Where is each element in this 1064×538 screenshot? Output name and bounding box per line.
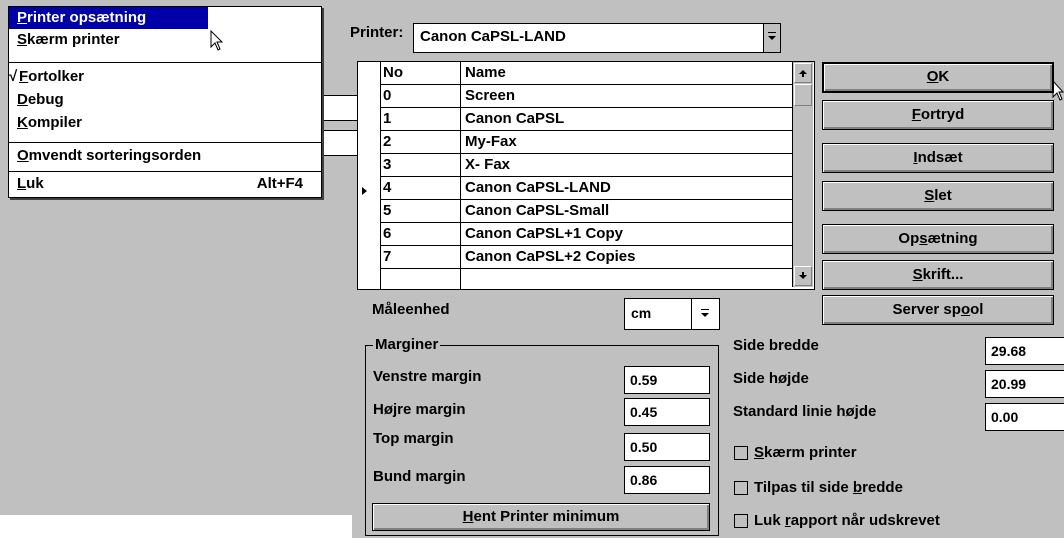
cancel-button[interactable]: Fortryd xyxy=(822,100,1054,130)
right-margin-value: 0.45 xyxy=(630,404,658,420)
line-height-value: 0.00 xyxy=(991,409,1019,425)
menu-item-printer-setup[interactable]: Printer opsætning xyxy=(9,7,208,29)
screen-printer-checkbox-label[interactable]: Skærm printer xyxy=(754,444,857,461)
page-height-value: 20.99 xyxy=(991,376,1027,392)
right-margin-label: Højre margin xyxy=(373,401,466,418)
chevron-down-icon xyxy=(701,309,709,317)
table-row[interactable]: 5 Canon CaPSL-Small xyxy=(358,200,792,222)
fit-width-checkbox[interactable] xyxy=(734,481,748,495)
scroll-down-button[interactable] xyxy=(794,266,812,286)
cell-name: Canon CaPSL-LAND xyxy=(465,179,611,196)
chevron-down-icon xyxy=(768,32,776,40)
menu-item-reverse-sort[interactable]: Omvendt sorteringsorden xyxy=(9,145,321,167)
table-row[interactable]: 4 Canon CaPSL-LAND xyxy=(358,177,792,199)
menu-separator xyxy=(9,142,321,143)
mouse-cursor-icon xyxy=(210,30,224,51)
table-row[interactable]: 6 Canon CaPSL+1 Copy xyxy=(358,223,792,245)
table-row[interactable] xyxy=(358,269,792,291)
line-height-field[interactable]: 0.00 xyxy=(985,403,1064,431)
page-width-field[interactable]: 29.68 xyxy=(985,337,1064,365)
left-margin-value: 0.59 xyxy=(630,372,658,388)
cell-no: 2 xyxy=(383,133,392,150)
arrow-up-icon xyxy=(799,70,807,77)
get-printer-minimum-button[interactable]: Hent Printer minimum xyxy=(372,503,710,531)
unit-selected-value: cm xyxy=(631,305,652,321)
cell-name: Canon CaPSL-Small xyxy=(465,202,610,219)
cell-name: Canon CaPSL+2 Copies xyxy=(465,248,636,265)
background-white-area xyxy=(0,515,352,538)
cell-no: 6 xyxy=(383,225,392,242)
close-report-checkbox-label[interactable]: Luk rapport når udskrevet xyxy=(754,512,940,529)
table-row[interactable]: 2 My-Fax xyxy=(358,131,792,153)
font-button[interactable]: Skrift... xyxy=(822,260,1054,290)
left-margin-field[interactable]: 0.59 xyxy=(624,366,710,394)
bottom-margin-field[interactable]: 0.86 xyxy=(624,466,710,494)
printer-grid[interactable]: No Name 0 Screen 1 Canon CaPSL 2 My-Fax 3 X- Fa… xyxy=(357,61,815,290)
delete-button[interactable]: Slet xyxy=(822,181,1054,211)
top-margin-field[interactable]: 0.50 xyxy=(624,433,710,461)
fit-width-checkbox-label[interactable]: Tilpas til side bredde xyxy=(754,479,903,496)
cell-name: Screen xyxy=(465,87,516,104)
cell-name: Canon CaPSL+1 Copy xyxy=(465,225,623,242)
table-row[interactable]: 7 Canon CaPSL+2 Copies xyxy=(358,246,792,268)
column-header-name: Name xyxy=(465,64,506,81)
setup-button[interactable]: Opsætning xyxy=(822,224,1054,254)
menu-item-debug[interactable]: Debug xyxy=(9,89,321,111)
line-height-label: Standard linie højde xyxy=(733,403,877,420)
cell-name: My-Fax xyxy=(465,133,517,150)
screen-printer-checkbox[interactable] xyxy=(734,446,748,460)
scroll-thumb[interactable] xyxy=(794,84,812,106)
printer-selected-value: Canon CaPSL-LAND xyxy=(420,28,566,45)
page-width-label: Side bredde xyxy=(733,337,819,354)
unit-label: Måleenhed xyxy=(372,301,450,318)
right-margin-field[interactable]: 0.45 xyxy=(624,398,710,426)
cell-no: 1 xyxy=(383,110,392,127)
page-height-label: Side højde xyxy=(733,370,809,387)
cell-name: Canon CaPSL xyxy=(465,110,565,127)
page-width-value: 29.68 xyxy=(991,343,1027,359)
column-header-no: No xyxy=(383,64,403,81)
menu-separator xyxy=(9,62,321,63)
cell-name: X- Fax xyxy=(465,156,511,173)
arrow-down-icon xyxy=(799,272,807,279)
unit-select[interactable]: cm xyxy=(624,298,720,330)
cell-no: 3 xyxy=(383,156,392,173)
table-row[interactable]: 3 X- Fax xyxy=(358,154,792,176)
left-margin-label: Venstre margin xyxy=(373,368,482,385)
scroll-up-button[interactable] xyxy=(794,63,812,83)
cell-no: 0 xyxy=(383,87,392,104)
top-margin-value: 0.50 xyxy=(630,439,658,455)
unit-dropdown-button[interactable] xyxy=(691,299,719,329)
printer-label: Printer: xyxy=(350,24,404,41)
cell-no: 5 xyxy=(383,202,392,219)
insert-button[interactable]: Indsæt xyxy=(822,143,1054,173)
bottom-margin-label: Bund margin xyxy=(373,468,466,485)
printer-select[interactable]: Canon CaPSL-LAND xyxy=(413,23,781,53)
cell-no: 4 xyxy=(383,179,392,196)
menu-separator xyxy=(9,171,321,172)
margins-legend: Marginer xyxy=(373,336,441,353)
printer-dropdown-button[interactable] xyxy=(763,24,780,52)
bottom-margin-value: 0.86 xyxy=(630,472,658,488)
cell-no: 7 xyxy=(383,248,392,265)
menu-shortcut: Alt+F4 xyxy=(256,175,303,192)
ok-button[interactable]: OK xyxy=(822,62,1054,93)
menu-item-interpreter[interactable]: √ Fortolker xyxy=(9,66,321,88)
menu-item-close[interactable]: Luk Alt+F4 xyxy=(9,173,321,195)
top-margin-label: Top margin xyxy=(373,430,454,447)
close-report-checkbox[interactable] xyxy=(734,514,748,528)
server-spool-button[interactable]: Server spool xyxy=(822,295,1054,325)
dropdown-menu: Printer opsætning Skærm printer √ Fortol… xyxy=(8,6,322,198)
check-mark-icon: √ xyxy=(9,68,18,85)
menu-item-screen-printer[interactable]: Skærm printer xyxy=(9,29,321,51)
page-height-field[interactable]: 20.99 xyxy=(985,370,1064,398)
table-row[interactable]: 0 Screen xyxy=(358,85,792,107)
menu-item-compiler[interactable]: Kompiler xyxy=(9,112,321,134)
grid-vertical-scrollbar[interactable] xyxy=(792,62,813,287)
table-row[interactable]: 1 Canon CaPSL xyxy=(358,108,792,130)
